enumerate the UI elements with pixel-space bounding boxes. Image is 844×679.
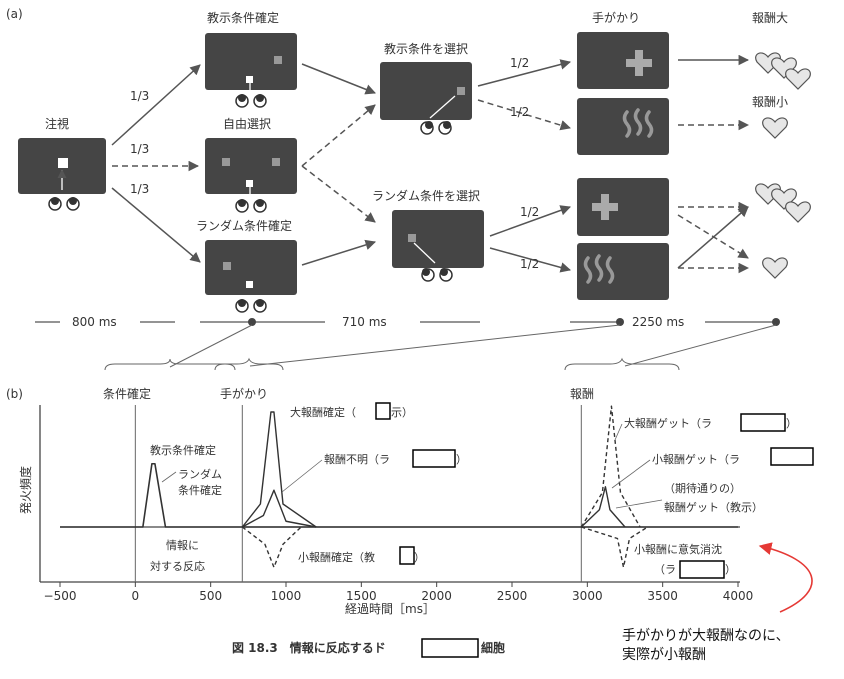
note-arrow bbox=[758, 542, 813, 613]
cue-small-instructed bbox=[577, 98, 669, 155]
redaction-box bbox=[412, 449, 456, 468]
x-tick-label: 1500 bbox=[346, 589, 377, 603]
x-tick-label: 0 bbox=[132, 589, 140, 603]
annot-vanish-1: 小報酬に意気消沈 bbox=[634, 542, 722, 556]
reward-big-label: 報酬大 bbox=[752, 11, 788, 25]
figure-canvas: (a) 注視 1/3 1/3 1/3 教示条件確定 自由選択 ランダム条件確定 bbox=[6, 7, 814, 663]
select-random-screen bbox=[392, 210, 484, 268]
random-confirm-label: ランダム条件確定 bbox=[196, 218, 292, 233]
annot-random-confirm-1: ランダム bbox=[178, 467, 222, 481]
x-tick-label: 3500 bbox=[647, 589, 678, 603]
prob-instructed: 1/3 bbox=[130, 89, 149, 103]
annot-expected-2: 報酬ゲット（教示） bbox=[664, 501, 763, 514]
reward-small-label: 報酬小 bbox=[752, 95, 788, 109]
x-axis-label: 経過時間［ms］ bbox=[345, 602, 435, 616]
redaction-box bbox=[740, 413, 786, 432]
x-tick-label: 2500 bbox=[497, 589, 528, 603]
x-tick-label: −500 bbox=[44, 589, 77, 603]
big-reward-hearts-icon bbox=[755, 183, 811, 223]
redaction-box bbox=[421, 638, 479, 658]
eyes-icon bbox=[235, 94, 267, 108]
caption-prefix: 図 18.3 情報に反応するド bbox=[232, 640, 386, 655]
caption-suffix: 細胞 bbox=[481, 640, 505, 655]
panel-a-label: (a) bbox=[6, 7, 23, 21]
prob-random: 1/3 bbox=[130, 182, 149, 196]
eyes-icon bbox=[420, 121, 452, 135]
annot-unknown: 報酬不明（ラ bbox=[324, 453, 390, 466]
annot-big-confirm-post: 示） bbox=[391, 406, 413, 419]
annot-expected-1: （期待通りの） bbox=[664, 481, 741, 495]
annot-big-confirm: 大報酬確定（ bbox=[290, 405, 356, 419]
x-tick-label: 3000 bbox=[572, 589, 603, 603]
instructed-confirm-label: 教示条件確定 bbox=[207, 10, 279, 25]
annot-info-1: 情報に bbox=[166, 539, 199, 552]
big-reward-hearts-icon bbox=[755, 52, 811, 90]
event-condition-label: 条件確定 bbox=[103, 386, 151, 401]
time-2250: 2250 ms bbox=[632, 315, 684, 329]
annot-big-get-post: ） bbox=[786, 417, 797, 430]
event-cue-label: 手がかり bbox=[220, 386, 268, 401]
redaction-box bbox=[375, 402, 391, 420]
time-800: 800 ms bbox=[72, 315, 117, 329]
x-tick-label: 2000 bbox=[421, 589, 452, 603]
annot-small-get: 小報酬ゲット（ラ bbox=[652, 453, 740, 466]
prob-cue-big-instructed: 1/2 bbox=[510, 56, 529, 70]
prob-cue-small-instructed: 1/2 bbox=[510, 105, 529, 119]
series-curve bbox=[241, 489, 317, 528]
cue-big-random bbox=[577, 178, 669, 236]
series-curve bbox=[241, 411, 317, 528]
free-choice-label: 自由選択 bbox=[223, 117, 271, 131]
select-instructed-label: 教示条件を選択 bbox=[384, 41, 468, 56]
series-curve bbox=[241, 526, 302, 568]
redaction-box bbox=[679, 560, 725, 579]
series-curve bbox=[60, 462, 738, 528]
eyes-icon bbox=[421, 268, 453, 282]
redaction-box bbox=[399, 546, 415, 565]
annot-instructed-confirm: 教示条件確定 bbox=[150, 443, 216, 457]
cue-label: 手がかり bbox=[592, 10, 640, 25]
note-line-2: 実際が小報酬 bbox=[622, 647, 706, 663]
eyes-icon bbox=[235, 299, 267, 313]
redaction-box bbox=[770, 447, 814, 466]
fixation-label: 注視 bbox=[45, 116, 69, 131]
annot-small-confirm: 小報酬確定（教 bbox=[298, 550, 375, 564]
note-line-1: 手がかりが大報酬なのに、 bbox=[622, 628, 790, 644]
x-tick-label: 1000 bbox=[271, 589, 302, 603]
prob-free: 1/3 bbox=[130, 142, 149, 156]
panel-b-label: (b) bbox=[6, 387, 23, 401]
small-reward-heart-icon bbox=[762, 117, 788, 139]
eyes-icon bbox=[235, 199, 267, 213]
annot-random-confirm-2: 条件確定 bbox=[178, 483, 222, 497]
event-reward-label: 報酬 bbox=[570, 387, 594, 401]
y-axis-label: 発火頻度 bbox=[18, 466, 33, 514]
select-random-label: ランダム条件を選択 bbox=[372, 188, 480, 203]
x-ticks: −500 0 500 1000 1500 2000 2500 3000 3500 4000 bbox=[44, 582, 754, 603]
x-tick-label: 500 bbox=[199, 589, 222, 603]
series-curve bbox=[580, 486, 626, 528]
annot-vanish-post: ） bbox=[725, 563, 736, 576]
x-tick-label: 4000 bbox=[723, 589, 754, 603]
annot-unknown-post: ） bbox=[456, 453, 467, 466]
annot-info-2: 対する反応 bbox=[150, 559, 205, 573]
annot-vanish-2: （ラ bbox=[654, 563, 676, 576]
cue-big-instructed bbox=[577, 32, 669, 89]
annot-big-get: 大報酬ゲット（ラ bbox=[624, 416, 712, 430]
fixation-point bbox=[58, 158, 68, 168]
annot-small-confirm-post: ） bbox=[414, 551, 425, 564]
prob-cue-small-random: 1/2 bbox=[520, 257, 539, 271]
time-710: 710 ms bbox=[342, 315, 387, 329]
prob-cue-big-random: 1/2 bbox=[520, 205, 539, 219]
eyes-icon bbox=[48, 197, 80, 211]
small-reward-heart-icon bbox=[762, 257, 788, 279]
